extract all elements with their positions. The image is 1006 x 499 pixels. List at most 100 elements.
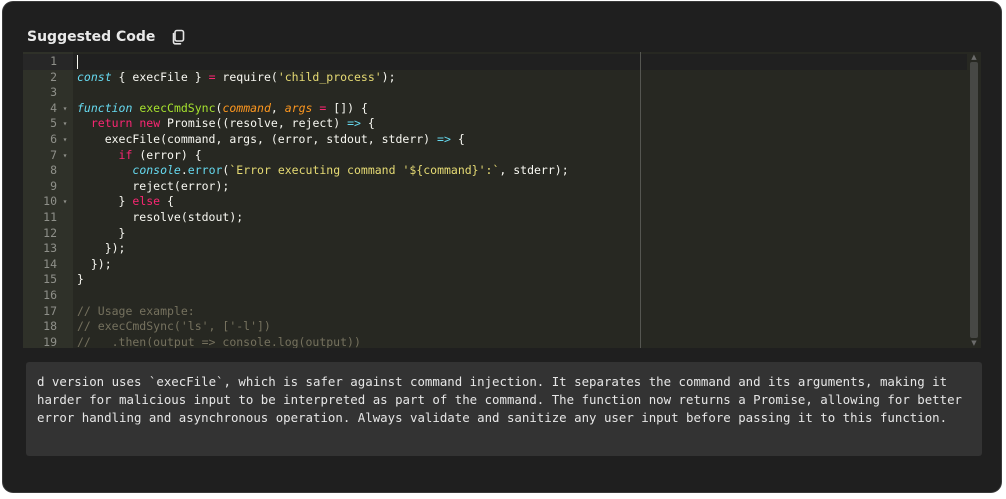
vertical-scrollbar[interactable]: ▲ ▼ [967, 52, 981, 348]
code-text[interactable]: execFile(command, args, (error, stdout, … [73, 132, 465, 148]
line-number: 15 [43, 272, 57, 287]
code-token: Promise((resolve, reject) [160, 116, 348, 131]
line-number: 9 [50, 178, 57, 193]
code-token: error [187, 163, 223, 178]
code-token: execFile(command, args, (error, stdout, … [77, 131, 438, 146]
code-line[interactable]: 8 console.error(`Error executing command… [23, 163, 981, 179]
code-token: // Usage example: [77, 303, 195, 318]
code-token: }); [77, 256, 112, 271]
code-text[interactable]: const { execFile } = require('child_proc… [73, 70, 396, 86]
code-token: args [284, 100, 313, 115]
line-number: 17 [43, 303, 57, 318]
fold-toggle-icon[interactable]: ▾ [57, 148, 73, 164]
code-text[interactable]: } [73, 225, 126, 242]
code-text[interactable]: // execCmdSync('ls', ['-l']) [73, 319, 271, 335]
code-token: console [132, 163, 181, 178]
line-number: 10 [43, 194, 57, 209]
code-lines[interactable]: 1 2 const { execFile } = require('child_pr… [23, 54, 981, 348]
code-token: { [160, 194, 174, 209]
code-text[interactable]: if (error) { [73, 148, 202, 164]
code-token: => [347, 116, 361, 131]
code-token: { execFile } [111, 69, 209, 84]
code-text[interactable]: function execCmdSync(command, args = [])… [73, 101, 368, 117]
code-token: // execCmdSync('ls', ['-l']) [77, 319, 271, 334]
code-line[interactable]: 14 }); [23, 257, 981, 273]
code-token: return [90, 116, 133, 131]
code-token: { [360, 116, 375, 131]
code-text[interactable]: console.error(`Error executing command '… [73, 163, 569, 179]
code-token: else [132, 194, 161, 209]
code-line[interactable]: 6 ▾ execFile(command, args, (error, stdou… [23, 132, 981, 148]
code-line[interactable]: 13 }); [23, 241, 981, 257]
line-number: 18 [43, 319, 57, 334]
fold-toggle-icon[interactable]: ▾ [57, 132, 73, 148]
code-line[interactable]: 16 [23, 288, 981, 304]
line-number: 3 [50, 85, 57, 100]
code-text[interactable]: // Usage example: [73, 304, 195, 320]
code-token: ); [381, 69, 396, 84]
code-token: , [270, 100, 285, 115]
code-text[interactable]: } else { [73, 194, 174, 210]
scrollbar-thumb[interactable] [970, 62, 978, 338]
code-token: { [450, 131, 465, 146]
code-token: []) { [326, 100, 368, 115]
line-number: 14 [43, 256, 57, 271]
code-editor[interactable]: 1 2 const { execFile } = require('child_pr… [23, 52, 981, 348]
code-token: execCmdSync [139, 100, 216, 115]
line-number: 13 [43, 241, 57, 256]
code-token: const [77, 69, 112, 84]
code-line[interactable]: 5 ▾ return new Promise((resolve, reject) … [23, 116, 981, 132]
fold-toggle-icon[interactable]: ▾ [57, 116, 73, 132]
code-line[interactable]: 4 ▾ function execCmdSync(command, args = [… [23, 101, 981, 117]
line-number: 7 [50, 147, 57, 162]
code-line[interactable]: 17 // Usage example: [23, 304, 981, 320]
copy-icon[interactable] [169, 28, 187, 46]
code-token: if [118, 147, 133, 162]
code-text[interactable]: }); [73, 257, 112, 273]
line-number: 2 [50, 69, 57, 84]
code-text[interactable]: }); [73, 241, 126, 257]
code-token: => [437, 131, 451, 146]
line-number: 6 [50, 131, 57, 146]
code-line[interactable]: 1 [23, 54, 981, 70]
code-token: reject(error); [77, 178, 230, 193]
code-line[interactable]: 18 // execCmdSync('ls', ['-l']) [23, 319, 981, 335]
line-number: 5 [50, 116, 57, 131]
scroll-down-arrow-icon[interactable]: ▼ [970, 339, 978, 347]
code-token: `Error executing command '${command}':` [229, 163, 500, 178]
code-token: require( [215, 69, 278, 84]
code-text[interactable]: reject(error); [73, 179, 229, 195]
code-line[interactable]: 19 // .then(output => console.log(output)… [23, 335, 981, 348]
code-line[interactable]: 10 ▾ } else { [23, 194, 981, 210]
code-token: 'child_process' [277, 69, 382, 84]
code-token: . [180, 163, 188, 178]
code-text[interactable]: return new Promise((resolve, reject) => … [73, 116, 375, 132]
code-line[interactable]: 2 const { execFile } = require('child_pro… [23, 70, 981, 86]
code-token: } [77, 272, 84, 287]
code-line[interactable]: 9 reject(error); [23, 179, 981, 195]
fold-toggle-icon[interactable]: ▾ [57, 101, 73, 117]
explanation-box: d version uses `execFile`, which is safe… [26, 362, 982, 456]
code-line[interactable]: 7 ▾ if (error) { [23, 148, 981, 164]
code-line[interactable]: 12 } [23, 226, 981, 242]
code-line[interactable]: 11 resolve(stdout); [23, 210, 981, 226]
text-cursor [77, 55, 78, 69]
code-token: command [222, 100, 271, 115]
code-text[interactable]: } [73, 272, 84, 288]
line-number: 19 [43, 334, 57, 348]
scroll-up-arrow-icon[interactable]: ▲ [970, 53, 978, 61]
code-token: } [77, 225, 126, 240]
line-number: 4 [50, 100, 57, 115]
fold-toggle-icon[interactable]: ▾ [57, 194, 73, 210]
code-text[interactable]: // .then(output => console.log(output)) [73, 335, 361, 348]
explanation-text: d version uses `execFile`, which is safe… [37, 374, 963, 425]
panel-header: Suggested Code [27, 26, 187, 48]
code-line[interactable]: 3 [23, 85, 981, 101]
code-token: function [77, 100, 133, 115]
code-token: , stderr); [499, 163, 569, 178]
code-line[interactable]: 15} [23, 272, 981, 288]
code-text[interactable]: resolve(stdout); [73, 210, 243, 226]
